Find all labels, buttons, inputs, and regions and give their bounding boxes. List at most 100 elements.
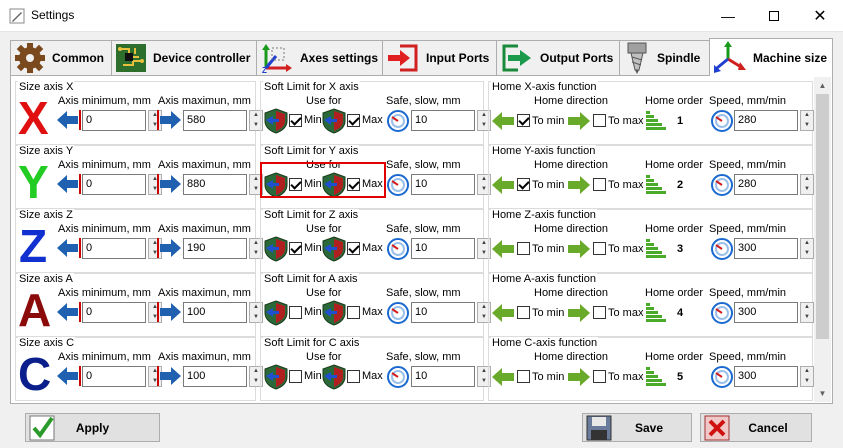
axis-max-input[interactable]: 100 xyxy=(183,366,247,387)
maximize-icon xyxy=(769,11,779,21)
spin-down-icon[interactable]: ▼ xyxy=(801,249,813,258)
minimize-button[interactable]: — xyxy=(705,0,751,32)
soft-limit-max-label: Max xyxy=(362,306,383,318)
home-direction-label: Home direction xyxy=(534,223,608,235)
speed-gauge-icon xyxy=(711,174,733,196)
home-order-stairs-icon xyxy=(646,239,666,258)
axis-row-y: Size axis Y Y Axis minimum, mm Axis maxi… xyxy=(15,145,814,209)
home-to-min-checkbox[interactable] xyxy=(517,370,530,383)
close-button[interactable]: ✕ xyxy=(797,0,843,32)
home-to-max-checkbox[interactable] xyxy=(593,242,606,255)
soft-limit-min-shield-icon xyxy=(264,108,288,134)
spin-up-icon[interactable]: ▲ xyxy=(801,367,813,376)
speed-input[interactable]: 300 xyxy=(734,366,798,387)
home-function-title: Home A-axis function xyxy=(491,273,597,285)
axis-min-label: Axis minimum, mm xyxy=(58,159,151,171)
soft-limit-min-shield-icon xyxy=(264,236,288,262)
safe-slow-input-value: 10 xyxy=(415,306,428,318)
tab-axes-settings[interactable]: Z Axes settings xyxy=(256,40,383,75)
speed-input-value: 300 xyxy=(738,242,757,254)
speed-input[interactable]: 280 xyxy=(734,110,798,131)
spin-up-icon[interactable]: ▲ xyxy=(801,175,813,184)
speed-input-spinner[interactable]: ▲ ▼ xyxy=(800,238,814,259)
home-to-min-checkbox[interactable] xyxy=(517,242,530,255)
tab-common[interactable]: Common xyxy=(10,40,112,75)
soft-limit-min-label: Min xyxy=(304,114,322,126)
speed-input[interactable]: 300 xyxy=(734,238,798,259)
axis-row-c: Size axis C C Axis minimum, mm Axis maxi… xyxy=(15,337,814,401)
home-order-stairs-icon xyxy=(646,303,666,322)
spin-up-icon[interactable]: ▲ xyxy=(801,303,813,312)
tab-machine-size[interactable]: Machine size xyxy=(709,38,833,76)
save-label: Save xyxy=(634,420,664,435)
speed-input-spinner[interactable]: ▲ ▼ xyxy=(800,366,814,387)
axis-max-input[interactable]: 190 xyxy=(183,238,247,259)
soft-limit-max-checkbox[interactable] xyxy=(347,370,360,383)
scroll-thumb[interactable] xyxy=(816,94,829,339)
speed-input-spinner[interactable]: ▲ ▼ xyxy=(800,302,814,323)
axis-min-input[interactable]: 0 xyxy=(82,174,146,195)
soft-limit-min-checkbox[interactable] xyxy=(289,114,302,127)
apply-button[interactable]: Apply xyxy=(25,413,160,442)
axis-max-input[interactable]: 880 xyxy=(183,174,247,195)
home-to-min-arrow-icon xyxy=(492,176,514,194)
home-to-max-checkbox[interactable] xyxy=(593,370,606,383)
speed-input-spinner[interactable]: ▲ ▼ xyxy=(800,174,814,195)
speed-input-spinner[interactable]: ▲ ▼ xyxy=(800,110,814,131)
speed-input[interactable]: 300 xyxy=(734,302,798,323)
safe-slow-input[interactable]: 10 xyxy=(411,238,475,259)
cancel-button[interactable]: Cancel xyxy=(700,413,812,442)
scroll-up-icon[interactable]: ▲ xyxy=(814,77,831,94)
soft-limit-max-checkbox[interactable] xyxy=(347,306,360,319)
tab-input-ports[interactable]: Input Ports xyxy=(382,40,497,75)
axis-row-x: Size axis X X Axis minimum, mm Axis maxi… xyxy=(15,81,814,145)
axis-max-input[interactable]: 580 xyxy=(183,110,247,131)
spin-down-icon[interactable]: ▼ xyxy=(801,121,813,130)
axis-min-input[interactable]: 0 xyxy=(82,110,146,131)
axis-min-input[interactable]: 0 xyxy=(82,238,146,259)
spin-up-icon[interactable]: ▲ xyxy=(801,111,813,120)
spin-up-icon[interactable]: ▲ xyxy=(801,239,813,248)
axis-max-input-value: 100 xyxy=(187,370,206,382)
safe-slow-input[interactable]: 10 xyxy=(411,366,475,387)
home-order-value: 1 xyxy=(677,115,684,127)
tab-output-ports[interactable]: Output Ports xyxy=(496,40,620,75)
spin-down-icon[interactable]: ▼ xyxy=(801,185,813,194)
speed-gauge-icon xyxy=(711,302,733,324)
spin-down-icon[interactable]: ▼ xyxy=(801,313,813,322)
maximize-button[interactable] xyxy=(751,0,797,32)
soft-limit-min-checkbox[interactable] xyxy=(289,306,302,319)
axis-min-input[interactable]: 0 xyxy=(82,302,146,323)
safe-slow-input[interactable]: 10 xyxy=(411,302,475,323)
soft-limit-min-checkbox[interactable] xyxy=(289,242,302,255)
axis-min-input[interactable]: 0 xyxy=(82,366,146,387)
spin-down-icon[interactable]: ▼ xyxy=(801,377,813,386)
save-button[interactable]: Save xyxy=(582,413,692,442)
home-to-max-checkbox[interactable] xyxy=(593,114,606,127)
home-to-max-checkbox[interactable] xyxy=(593,178,606,191)
safe-slow-input[interactable]: 10 xyxy=(411,174,475,195)
home-to-min-checkbox[interactable] xyxy=(517,178,530,191)
home-to-max-label: To max xyxy=(608,307,644,319)
soft-limit-max-checkbox[interactable] xyxy=(347,114,360,127)
soft-limit-max-checkbox[interactable] xyxy=(347,242,360,255)
home-to-max-checkbox[interactable] xyxy=(593,306,606,319)
home-to-min-checkbox[interactable] xyxy=(517,306,530,319)
home-to-min-checkbox[interactable] xyxy=(517,114,530,127)
speed-input[interactable]: 280 xyxy=(734,174,798,195)
tab-device-controller[interactable]: Device controller xyxy=(111,40,257,75)
cancel-label: Cancel xyxy=(748,420,788,435)
home-direction-label: Home direction xyxy=(534,159,608,171)
soft-limit-min-checkbox[interactable] xyxy=(289,370,302,383)
scroll-down-icon[interactable]: ▼ xyxy=(814,385,831,402)
home-order-label: Home order xyxy=(645,95,704,107)
vertical-scrollbar[interactable]: ▲ ▼ xyxy=(814,77,831,402)
soft-limit-max-shield-icon xyxy=(322,236,346,262)
home-direction-label: Home direction xyxy=(534,287,608,299)
safe-slow-input[interactable]: 10 xyxy=(411,110,475,131)
axis-max-input[interactable]: 100 xyxy=(183,302,247,323)
input-arrow-icon xyxy=(388,44,418,72)
soft-limit-title: Soft Limit for Y axis xyxy=(263,145,360,157)
soft-limit-max-label: Max xyxy=(362,370,383,382)
tab-spindle[interactable]: Spindle xyxy=(619,40,710,75)
